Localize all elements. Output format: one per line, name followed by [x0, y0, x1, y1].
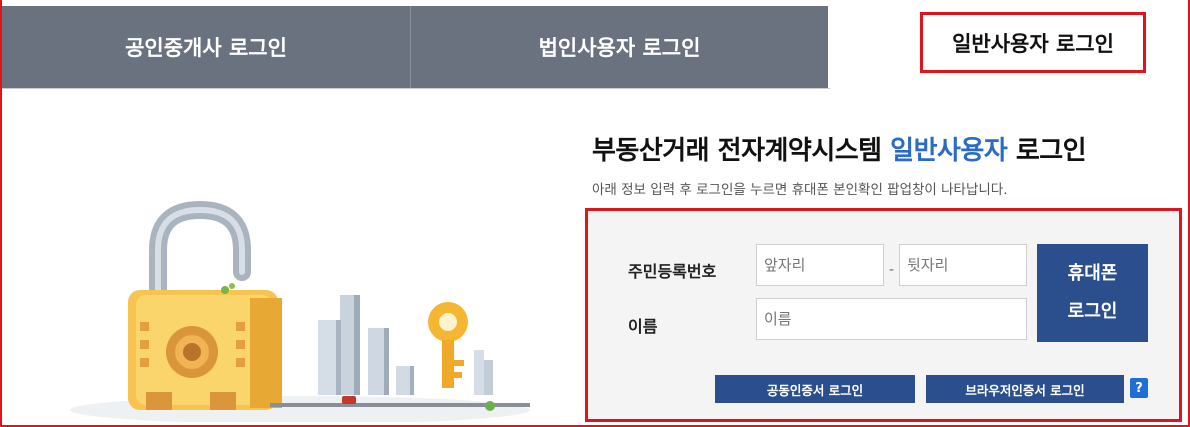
phone-login-line1: 휴대폰	[1067, 263, 1118, 284]
browser-cert-login-button[interactable]: 브라우저인증서 로그인	[926, 375, 1124, 403]
help-icon[interactable]: ?	[1130, 378, 1148, 398]
phone-login-line2: 로그인	[1067, 301, 1118, 322]
tab-broker-label: 공인중개사 로그인	[125, 36, 287, 60]
tab-corporate-label: 법인사용자 로그인	[538, 36, 701, 60]
page-title: 부동산거래 전자계약시스템 일반사용자 로그인	[592, 130, 1087, 167]
rrn-back-input[interactable]	[899, 244, 1027, 286]
rrn-separator: -	[889, 262, 895, 278]
public-cert-login-button[interactable]: 공동인증서 로그인	[715, 375, 915, 403]
tab-corporate-login[interactable]: 법인사용자 로그인	[410, 6, 828, 88]
tab-individual-login[interactable]: 일반사용자 로그인	[828, 6, 1188, 88]
lock-city-illustration	[70, 200, 530, 422]
tabs-divider	[2, 88, 830, 89]
title-highlight: 일반사용자	[890, 136, 1008, 166]
rrn-front-input[interactable]	[756, 244, 884, 286]
phone-login-button[interactable]: 휴대폰 로그인	[1037, 244, 1148, 342]
login-form-box: 주민등록번호 - 이름 휴대폰 로그인 공동인증서 로그인 브라우저인증서 로그…	[585, 208, 1182, 422]
name-label: 이름	[628, 317, 658, 336]
tab-individual-highlight: 일반사용자 로그인	[920, 12, 1146, 73]
tab-broker-login[interactable]: 공인중개사 로그인	[2, 6, 410, 88]
page-subtitle: 아래 정보 입력 후 로그인을 누르면 휴대폰 본인확인 팝업창이 나타납니다.	[592, 182, 1008, 198]
tab-individual-label: 일반사용자 로그인	[952, 31, 1114, 56]
login-type-tabs: 공인중개사 로그인 법인사용자 로그인 일반사용자 로그인	[2, 6, 1188, 88]
rrn-label: 주민등록번호	[628, 262, 717, 281]
title-prefix: 부동산거래 전자계약시스템	[592, 136, 891, 166]
title-suffix: 로그인	[1007, 136, 1087, 166]
name-input[interactable]	[756, 298, 1027, 340]
